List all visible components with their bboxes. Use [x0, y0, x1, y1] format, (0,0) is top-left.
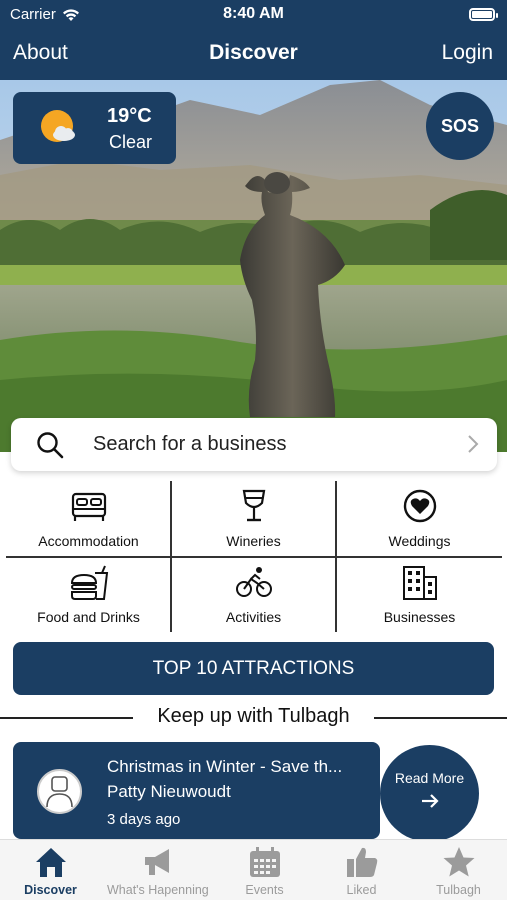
news-title: Christmas in Winter - Save th... [107, 757, 343, 776]
category-wineries[interactable]: Wineries [171, 481, 336, 556]
partly-sunny-icon [41, 110, 75, 142]
chevron-right-icon [468, 435, 479, 453]
tab-label: Discover [24, 883, 77, 897]
user-icon [46, 776, 73, 808]
status-time: 8:40 AM [223, 5, 284, 22]
heart-circle-icon [403, 489, 436, 523]
category-label: Food and Drinks [37, 609, 140, 625]
divider-line [0, 717, 133, 719]
tab-discover[interactable]: Discover [0, 840, 101, 900]
search-placeholder: Search for a business [93, 433, 287, 455]
weather-condition: Clear [109, 132, 153, 152]
fastfood-icon [70, 565, 108, 600]
news-author: Patty Nieuwoudt [107, 782, 231, 801]
category-businesses[interactable]: Businesses [337, 557, 502, 632]
category-accommodation[interactable]: Accommodation [6, 481, 171, 556]
news-card[interactable]: Christmas in Winter - Save th... Patty N… [13, 742, 380, 839]
tab-label: Events [245, 883, 284, 897]
search-icon [37, 432, 64, 459]
news-timestamp: 3 days ago [107, 811, 181, 828]
read-more-button[interactable]: Read More [380, 745, 479, 842]
page-title: Discover [209, 41, 298, 64]
megaphone-icon [144, 849, 169, 875]
tab-label: Liked [346, 883, 377, 897]
category-label: Accommodation [38, 533, 139, 549]
read-more-label: Read More [394, 770, 465, 786]
tab-liked[interactable]: Liked [311, 840, 412, 900]
weather-temperature: 19°C [107, 105, 152, 127]
star-icon [443, 847, 474, 877]
category-label: Wineries [226, 533, 281, 549]
section-header: Keep up with Tulbagh [0, 703, 507, 731]
weather-widget[interactable]: 19°C Clear [13, 92, 176, 164]
thumbs-up-icon [346, 847, 377, 877]
divider-line [374, 717, 507, 719]
category-food-and-drinks[interactable]: Food and Drinks [6, 557, 171, 632]
login-button[interactable]: Login [442, 41, 493, 65]
buildings-icon [402, 566, 437, 600]
tab-whats-happening[interactable]: What's Hapenning [107, 840, 209, 900]
bicycle-icon [235, 567, 272, 597]
tab-label: What's Hapenning [107, 883, 209, 897]
section-title: Keep up with Tulbagh [157, 705, 350, 727]
top-10-attractions-button[interactable]: TOP 10 ATTRACTIONS [13, 642, 494, 695]
search-bar[interactable]: Search for a business [11, 418, 497, 471]
category-weddings[interactable]: Weddings [337, 481, 502, 556]
tab-label: Tulbagh [436, 883, 481, 897]
tab-events[interactable]: Events [214, 840, 315, 900]
bed-icon [71, 492, 106, 521]
arrow-right-icon [422, 794, 439, 808]
tab-bar: Discover What's Hapenning Events Liked T… [0, 839, 507, 900]
avatar [37, 769, 82, 814]
wine-glass-icon [242, 489, 265, 522]
battery-icon [469, 8, 498, 21]
sos-button[interactable]: SOS [426, 92, 494, 160]
calendar-icon [249, 847, 280, 877]
navigation-bar: About Discover Login [0, 30, 507, 80]
category-label: Activities [225, 609, 282, 625]
status-bar: Carrier 8:40 AM [0, 0, 507, 30]
home-icon [35, 848, 66, 877]
tab-tulbagh[interactable]: Tulbagh [408, 840, 507, 900]
category-grid: Accommodation Wineries Weddings Food and… [6, 481, 502, 632]
category-label: Businesses [383, 609, 456, 625]
category-activities[interactable]: Activities [171, 557, 336, 632]
about-button[interactable]: About [13, 41, 68, 65]
category-label: Weddings [388, 533, 451, 549]
